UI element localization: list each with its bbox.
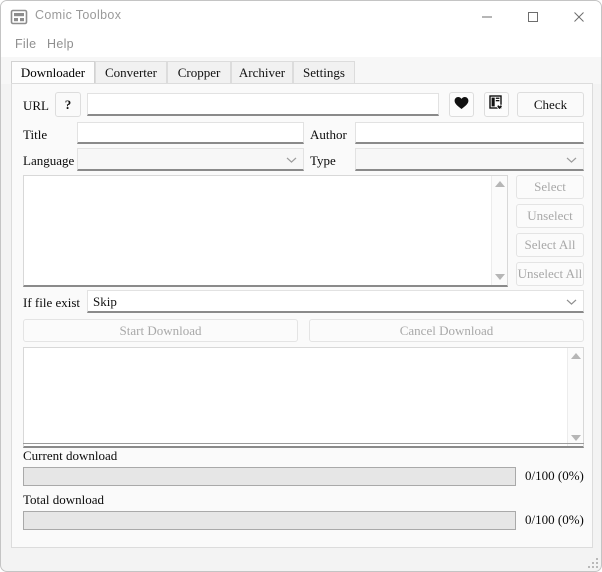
tab-downloader-label: Downloader — [20, 65, 86, 80]
tab-cropper-label: Cropper — [177, 65, 221, 80]
chevron-down-icon — [566, 149, 577, 169]
tab-converter[interactable]: Converter — [95, 61, 167, 84]
unselect-all-button[interactable]: Unselect All — [516, 262, 584, 286]
close-button[interactable] — [556, 1, 601, 33]
total-download-value: 0/100 (0%) — [525, 512, 584, 527]
bookmark-list-button[interactable] — [484, 92, 509, 117]
comic-panels-icon — [10, 8, 28, 26]
check-button[interactable]: Check — [517, 92, 584, 117]
divider — [23, 443, 584, 444]
total-download-label: Total download — [23, 492, 105, 507]
tab-settings[interactable]: Settings — [293, 61, 355, 84]
url-input[interactable] — [87, 93, 439, 116]
tab-archiver[interactable]: Archiver — [231, 61, 293, 84]
current-download-label: Current download — [23, 448, 118, 463]
cancel-download-button[interactable]: Cancel Download — [309, 319, 584, 342]
author-label: Author — [310, 127, 347, 142]
log-output[interactable] — [23, 347, 584, 448]
if-file-exist-select[interactable]: Skip — [87, 290, 584, 313]
heart-icon — [454, 96, 469, 114]
tab-archiver-label: Archiver — [238, 65, 286, 80]
language-label: Language — [23, 153, 75, 168]
minimize-button[interactable] — [464, 1, 510, 33]
menu-item-file[interactable]: File — [10, 36, 41, 52]
unselect-button-label: Unselect — [527, 208, 573, 223]
chevron-down-icon — [566, 291, 577, 311]
title-label: Title — [23, 127, 48, 142]
select-button-label: Select — [534, 179, 566, 194]
chevron-down-icon — [286, 149, 297, 169]
if-file-exist-value: Skip — [93, 294, 117, 309]
tab-cropper[interactable]: Cropper — [167, 61, 231, 84]
scroll-up-icon[interactable] — [494, 181, 505, 187]
tab-converter-label: Converter — [105, 65, 157, 80]
document-favorite-icon — [489, 95, 504, 114]
author-input[interactable] — [355, 122, 584, 144]
downloader-panel: URL ? Check Title Author Language Type S… — [11, 83, 593, 548]
select-all-button[interactable]: Select All — [516, 233, 584, 257]
chapter-list-scrollbar[interactable] — [491, 176, 507, 285]
url-help-button[interactable]: ? — [55, 92, 81, 117]
current-download-progressbar — [23, 467, 516, 486]
total-download-progressbar — [23, 511, 516, 530]
title-bar: Comic Toolbox — [1, 1, 601, 33]
title-input[interactable] — [77, 122, 304, 144]
type-label: Type — [310, 153, 336, 168]
select-all-button-label: Select All — [524, 237, 576, 252]
log-scrollbar[interactable] — [567, 348, 583, 446]
scroll-down-icon[interactable] — [570, 435, 581, 441]
resize-grip[interactable] — [584, 554, 598, 568]
scroll-up-icon[interactable] — [570, 353, 581, 359]
check-button-label: Check — [533, 96, 568, 112]
unselect-button[interactable]: Unselect — [516, 204, 584, 228]
current-download-value: 0/100 (0%) — [525, 468, 584, 483]
start-download-button[interactable]: Start Download — [23, 319, 298, 342]
select-button[interactable]: Select — [516, 175, 584, 199]
menu-bar: File Help — [1, 33, 601, 57]
menu-item-help[interactable]: Help — [42, 36, 79, 52]
chapter-list[interactable] — [23, 175, 508, 287]
unselect-all-button-label: Unselect All — [517, 266, 583, 281]
maximize-button[interactable] — [510, 1, 556, 33]
if-file-exist-label: If file exist — [23, 295, 81, 310]
language-select[interactable] — [77, 148, 304, 171]
tab-settings-label: Settings — [303, 65, 345, 80]
scroll-down-icon[interactable] — [494, 274, 505, 280]
tab-bar: Downloader Converter Cropper Archiver Se… — [1, 57, 601, 85]
start-download-label: Start Download — [119, 322, 202, 338]
url-label: URL — [23, 98, 49, 113]
tab-downloader[interactable]: Downloader — [11, 61, 95, 85]
window-title: Comic Toolbox — [35, 8, 122, 22]
type-select[interactable] — [355, 148, 584, 171]
url-help-label: ? — [64, 96, 72, 112]
favorite-button[interactable] — [449, 92, 474, 117]
app-window: Comic Toolbox File Help Downloader Conve… — [0, 0, 602, 572]
cancel-download-label: Cancel Download — [399, 322, 494, 338]
